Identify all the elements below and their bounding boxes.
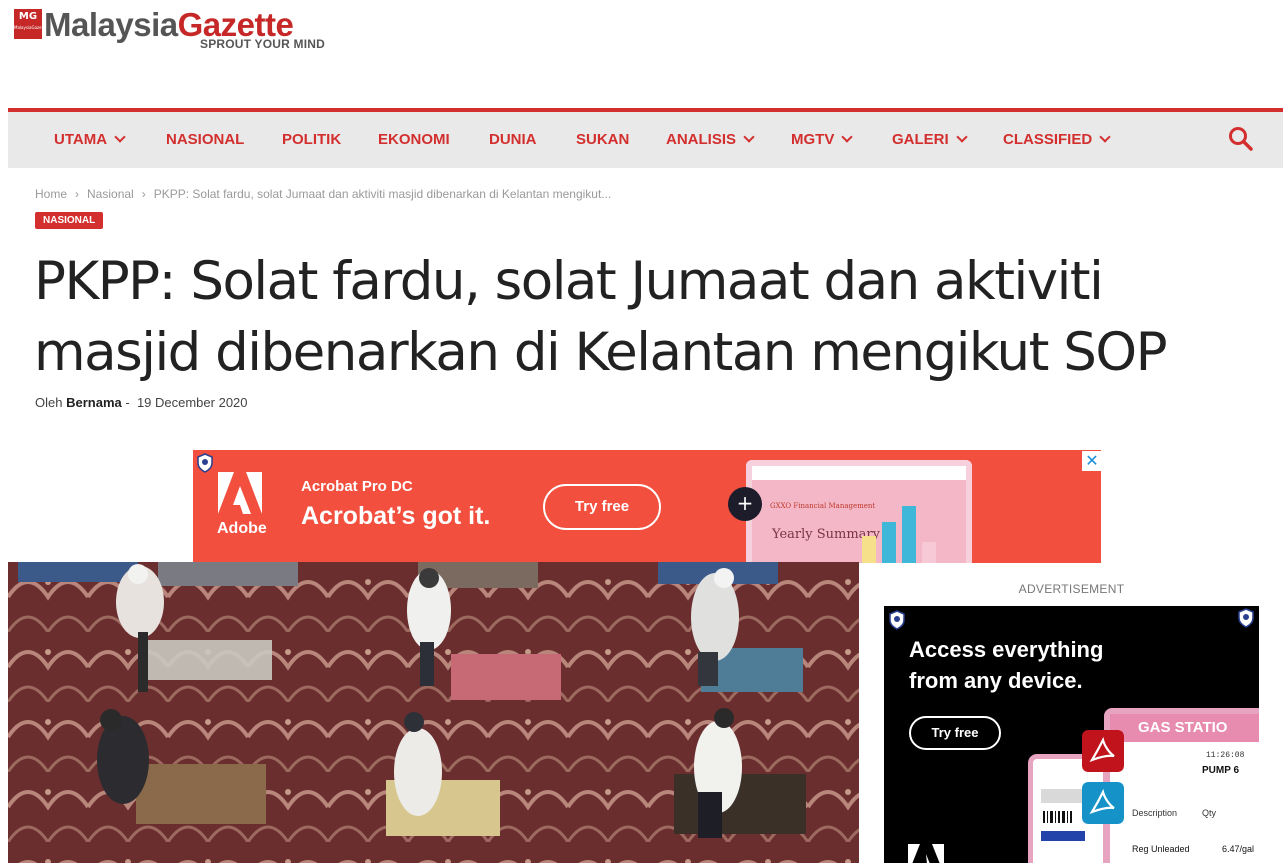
gas-receipt-illustration: GAS STATIO 11:26:08 PUMP 6 Description Q…: [1104, 708, 1259, 863]
ad-headline: Acrobat’s got it.: [301, 502, 491, 530]
breadcrumb-current: PKPP: Solat fardu, solat Jumaat dan akti…: [153, 187, 612, 201]
nav-item-ekonomi[interactable]: EKONOMI: [378, 112, 450, 168]
acrobat-pdf-icon: [1082, 782, 1124, 824]
close-icon[interactable]: ✕: [1082, 451, 1102, 471]
nav-item-dunia[interactable]: DUNIA: [489, 112, 537, 168]
author-name[interactable]: Bernama: [66, 395, 122, 410]
adobe-logo-icon: [908, 844, 944, 863]
sidebar-try-free-button[interactable]: Try free: [909, 716, 1001, 750]
laptop-illustration: GXXO Financial Management Yearly Summary: [746, 460, 972, 563]
nav-item-mgtv[interactable]: MGTV: [791, 112, 854, 168]
chevron-down-icon: [841, 131, 854, 143]
nav-item-utama[interactable]: UTAMA: [54, 112, 126, 168]
breadcrumb: Home › Nasional › PKPP: Solat fardu, solat J…: [35, 187, 611, 201]
main-nav: UTAMA NASIONAL POLITIK EKONOMI DUNIA SUK…: [8, 112, 1283, 168]
acrobat-pdf-icon: [1082, 730, 1124, 772]
publish-date: 19 December 2020: [136, 395, 248, 410]
ad-choices-shield-icon[interactable]: [1237, 608, 1255, 628]
chevron-down-icon: [114, 131, 126, 143]
breadcrumb-section[interactable]: Nasional: [87, 187, 134, 201]
breadcrumb-home[interactable]: Home: [35, 187, 67, 201]
chevron-down-icon: [956, 131, 968, 143]
ad-choices-shield-icon[interactable]: [888, 610, 906, 630]
adobe-wordmark: Adobe: [217, 520, 267, 537]
category-badge[interactable]: NASIONAL: [35, 212, 104, 229]
chevron-down-icon: [1099, 131, 1111, 143]
search-icon[interactable]: [1228, 126, 1254, 152]
hero-image: [8, 562, 859, 863]
article-title: PKPP: Solat fardu, solat Jumaat dan akti…: [34, 251, 1168, 383]
mosque-prayer-photo: [8, 562, 859, 863]
try-free-button[interactable]: Try free: [543, 484, 661, 530]
chevron-down-icon: [743, 131, 755, 143]
adobe-logo-icon: [218, 472, 262, 514]
breadcrumb-separator-icon: ›: [75, 187, 80, 201]
advertisement-label: ADVERTISEMENT: [1018, 582, 1125, 596]
logo-tagline: SPROUT YOUR MIND: [200, 37, 325, 51]
breadcrumb-separator-icon: ›: [141, 187, 146, 201]
logo-badge: MG MalaysiaGazette: [14, 9, 47, 39]
sidebar-ad-headline: Access everything from any device.: [909, 637, 1104, 693]
nav-item-sukan[interactable]: SUKAN: [576, 112, 629, 168]
byline: Oleh Bernama - 19 December 2020: [35, 395, 248, 410]
plus-icon[interactable]: +: [728, 487, 762, 521]
sidebar-ad[interactable]: Access everything from any device. Try f…: [884, 606, 1259, 863]
nav-item-galeri[interactable]: GALERI: [892, 112, 968, 168]
site-logo[interactable]: MG MalaysiaGazette MalaysiaGazette SPROUT…: [14, 6, 354, 51]
banner-ad[interactable]: Adobe Acrobat Pro DC Acrobat’s got it. T…: [193, 450, 1101, 563]
nav-item-classified[interactable]: CLASSIFIED: [1003, 112, 1111, 168]
ad-product-name: Acrobat Pro DC: [301, 478, 413, 495]
nav-item-analisis[interactable]: ANALISIS: [666, 112, 755, 168]
nav-item-nasional[interactable]: NASIONAL: [166, 112, 244, 168]
ad-choices-shield-icon[interactable]: [196, 453, 214, 473]
nav-item-politik[interactable]: POLITIK: [282, 112, 341, 168]
